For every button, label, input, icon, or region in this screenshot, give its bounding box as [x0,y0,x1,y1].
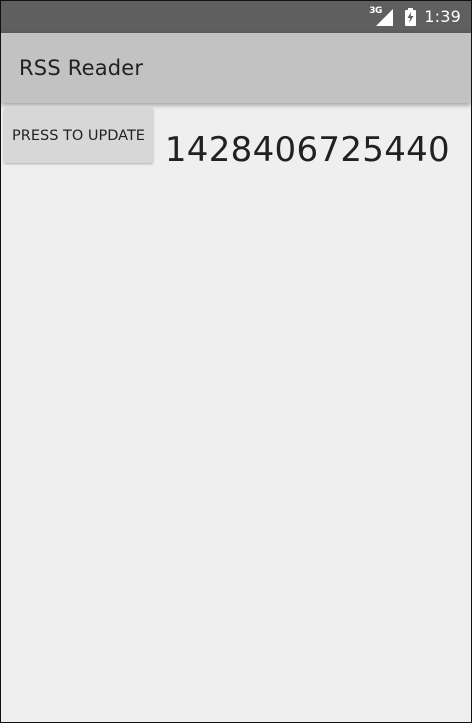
status-time: 1:39 [424,7,461,26]
app-bar: RSS Reader [1,33,471,103]
network-status: 3G [369,7,394,27]
app-screen: 3G 1:39 RSS Reader PRESS TO UPDATE 14284… [1,1,471,722]
status-bar: 3G 1:39 [1,1,471,33]
main-content: PRESS TO UPDATE 1428406725440 [1,103,471,722]
update-button[interactable]: PRESS TO UPDATE [4,108,153,163]
battery-charging-icon [405,8,417,26]
status-indicators: 3G 1:39 [369,1,461,33]
signal-icon [376,9,394,26]
app-title: RSS Reader [19,56,144,80]
timestamp-value: 1428406725440 [164,130,450,170]
